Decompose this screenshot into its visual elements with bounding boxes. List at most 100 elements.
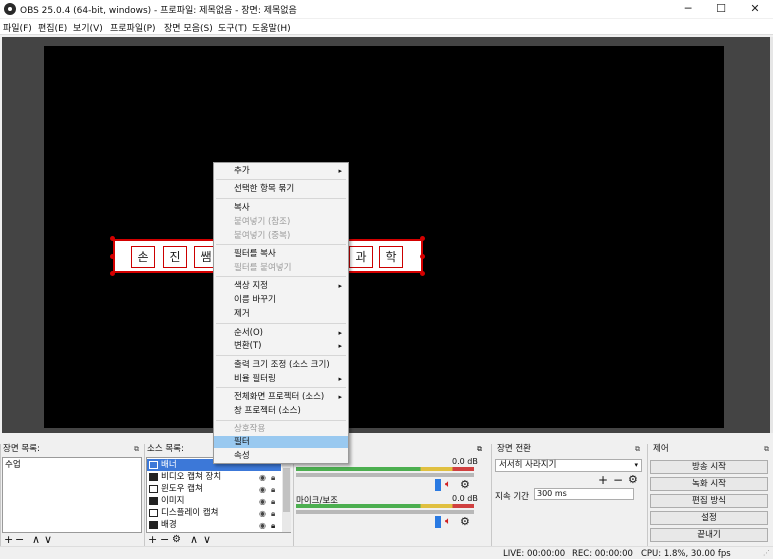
- gear-icon[interactable]: ⚙: [460, 478, 470, 491]
- remove-scene-button[interactable]: −: [15, 534, 24, 546]
- minimize-button[interactable]: ─: [670, 0, 706, 18]
- menu-item-filters[interactable]: 필터: [214, 436, 348, 448]
- start-streaming-button[interactable]: 방송 시작: [650, 460, 768, 474]
- menu-item-properties[interactable]: 속성: [214, 450, 348, 462]
- menu-item-copy-filters[interactable]: 필터를 복사: [214, 248, 348, 260]
- remove-source-button[interactable]: −: [160, 534, 169, 546]
- dock-float-icon[interactable]: ⧉: [764, 445, 769, 454]
- lock-icon[interactable]: 🔒︎: [271, 485, 275, 495]
- resize-handle[interactable]: [420, 236, 425, 241]
- submenu-arrow-icon: ▸: [338, 329, 342, 337]
- resize-handle[interactable]: [110, 254, 115, 259]
- menu-item-group-selected[interactable]: 선택한 항목 묶기: [214, 183, 348, 195]
- volume-slider[interactable]: [296, 510, 474, 514]
- menu-tools[interactable]: 도구(T): [218, 21, 247, 34]
- menu-item-transform[interactable]: 변환(T) ▸: [214, 340, 348, 352]
- gear-icon[interactable]: ⚙: [460, 515, 470, 528]
- move-down-icon[interactable]: ∨: [203, 534, 211, 546]
- volume-slider-handle[interactable]: [435, 516, 441, 528]
- eye-icon[interactable]: ◉: [259, 509, 266, 518]
- menu-item-interact[interactable]: 상호작용: [214, 423, 348, 435]
- menu-scene-collection[interactable]: 장면 모음(S): [164, 21, 213, 34]
- mute-icon[interactable]: 🔈︎: [445, 516, 451, 527]
- menu-item-scale-filtering[interactable]: 비율 필터링 ▸: [214, 373, 348, 385]
- scenes-dock-title: 장면 목록:: [3, 444, 40, 454]
- scene-item[interactable]: 수업: [3, 459, 141, 471]
- move-up-icon[interactable]: ∧: [32, 534, 40, 546]
- scrollbar-thumb[interactable]: [283, 468, 290, 512]
- menu-item-label: 전체화면 프로젝터 (소스): [234, 392, 325, 402]
- menu-item-paste-duplicate[interactable]: 붙여넣기 (중복): [214, 230, 348, 242]
- preview-canvas[interactable]: [44, 46, 724, 428]
- menu-item-resize-output[interactable]: 출력 크기 조정 (소스 크기): [214, 359, 348, 371]
- menu-view[interactable]: 보기(V): [73, 21, 103, 34]
- resize-handle[interactable]: [110, 271, 115, 276]
- eye-icon[interactable]: ◉: [259, 497, 266, 506]
- remove-transition-button[interactable]: −: [613, 473, 623, 487]
- menu-edit[interactable]: 편집(E): [38, 21, 67, 34]
- resize-handle[interactable]: [420, 254, 425, 259]
- mute-icon[interactable]: 🔈︎: [445, 479, 451, 490]
- menu-divider: [216, 198, 346, 199]
- add-scene-button[interactable]: +: [4, 534, 13, 546]
- close-button[interactable]: ✕: [737, 0, 773, 18]
- menu-divider: [216, 244, 346, 245]
- menu-item-add[interactable]: 추가 ▸: [214, 165, 348, 177]
- volume-meter: [296, 504, 474, 508]
- exit-button[interactable]: 끝내기: [650, 528, 768, 542]
- lock-icon[interactable]: 🔒︎: [271, 473, 275, 483]
- menu-divider: [216, 323, 346, 324]
- settings-button[interactable]: 설정: [650, 511, 768, 525]
- image-icon: [149, 461, 158, 469]
- dock-float-icon[interactable]: ⧉: [134, 445, 139, 454]
- maximize-button[interactable]: ☐: [703, 0, 739, 18]
- eye-icon[interactable]: ◉: [259, 521, 266, 530]
- image-icon: [149, 497, 158, 505]
- resize-grip-icon[interactable]: ⋰: [763, 549, 770, 557]
- add-source-button[interactable]: +: [148, 534, 157, 546]
- resize-handle[interactable]: [420, 271, 425, 276]
- menu-item-paste-filters[interactable]: 필터를 붙여넣기: [214, 262, 348, 274]
- cpu-stats: CPU: 1.8%, 30.00 fps: [641, 549, 731, 559]
- dock-float-icon[interactable]: ⧉: [635, 445, 640, 454]
- menu-item-remove[interactable]: 제거: [214, 308, 348, 320]
- studio-mode-button[interactable]: 편집 방식: [650, 494, 768, 508]
- resize-handle[interactable]: [110, 236, 115, 241]
- add-transition-button[interactable]: +: [598, 473, 608, 487]
- lock-icon[interactable]: 🔒︎: [271, 497, 275, 507]
- lock-icon[interactable]: 🔒︎: [271, 521, 275, 531]
- volume-slider-handle[interactable]: [435, 479, 441, 491]
- duration-input[interactable]: 300 ms: [534, 488, 634, 500]
- scenes-list[interactable]: 수업: [2, 457, 142, 533]
- menu-item-copy[interactable]: 복사: [214, 202, 348, 214]
- move-up-icon[interactable]: ∧: [190, 534, 198, 546]
- menu-item-rename[interactable]: 이름 바꾸기: [214, 294, 348, 306]
- menu-item-fullscreen-projector[interactable]: 전체화면 프로젝터 (소스) ▸: [214, 391, 348, 403]
- menu-item-order[interactable]: 순서(O) ▸: [214, 327, 348, 339]
- menu-file[interactable]: 파일(F): [3, 21, 32, 34]
- transition-select[interactable]: 서서히 사라지기 ▾: [495, 459, 642, 472]
- source-properties-icon[interactable]: ⚙: [172, 534, 181, 546]
- lock-icon[interactable]: 🔒︎: [271, 509, 275, 519]
- menu-item-windowed-projector[interactable]: 창 프로젝터 (소스): [214, 405, 348, 417]
- menu-help[interactable]: 도움말(H): [252, 21, 291, 34]
- sources-list[interactable]: 배너 비디오 캡쳐 장치 윈도우 캡쳐 이미지 디스플레이 캡쳐 배경 ◉ 🔒︎…: [146, 457, 291, 533]
- menu-item-paste-reference[interactable]: 붙여넣기 (참조): [214, 216, 348, 228]
- menu-item-set-color[interactable]: 색상 지정 ▸: [214, 280, 348, 292]
- eye-icon[interactable]: ◉: [259, 473, 266, 482]
- menu-item-label: 순서(O): [234, 328, 263, 338]
- sources-scrollbar[interactable]: [282, 458, 291, 532]
- start-recording-button[interactable]: 녹화 시작: [650, 477, 768, 491]
- menu-item-label: 비율 필터링: [234, 374, 276, 384]
- gear-icon[interactable]: ⚙: [628, 473, 638, 486]
- move-down-icon[interactable]: ∨: [44, 534, 52, 546]
- volume-slider[interactable]: [296, 473, 474, 477]
- eye-icon[interactable]: ◉: [259, 485, 266, 494]
- submenu-arrow-icon: ▸: [338, 375, 342, 383]
- menu-profile[interactable]: 프로파일(P): [110, 21, 156, 34]
- source-name: 이미지: [161, 496, 185, 506]
- transition-selected-value: 서서히 사라지기: [499, 460, 557, 470]
- source-name: 디스플레이 캡쳐: [161, 508, 219, 518]
- title-bar: OBS 25.0.4 (64-bit, windows) - 프로파일: 제목없…: [0, 0, 773, 18]
- dock-float-icon[interactable]: ⧉: [477, 445, 482, 454]
